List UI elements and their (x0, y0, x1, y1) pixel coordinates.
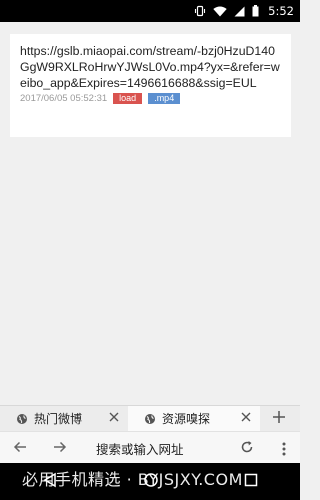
status-bar: 5:52 (0, 0, 300, 22)
close-tab-icon[interactable] (240, 411, 252, 423)
address-bar[interactable]: 搜索或输入网址 (86, 436, 262, 460)
overflow-menu-button[interactable] (282, 441, 286, 460)
plus-icon (272, 409, 286, 428)
tab-strip: 热门微博 资源嗅探 (0, 405, 300, 431)
reload-icon (241, 441, 253, 453)
tab-label: 资源嗅探 (162, 412, 211, 426)
tab-label: 热门微博 (34, 412, 83, 426)
globe-icon (144, 413, 156, 425)
sniffer-page: https://gslb.miaopai.com/stream/-bzj0Hzu… (0, 22, 300, 405)
tab-resource-sniffer[interactable]: 资源嗅探 (128, 406, 260, 431)
wifi-icon (213, 6, 227, 17)
more-vertical-icon (282, 442, 286, 456)
back-button[interactable] (0, 432, 40, 464)
watermark: 必用手机精选 · BYJSJXY.COM (22, 470, 243, 489)
load-badge[interactable]: load (113, 93, 143, 104)
resource-item[interactable]: https://gslb.miaopai.com/stream/-bzj0Hzu… (10, 34, 291, 137)
resource-timestamp: 2017/06/05 05:52:31 (20, 93, 108, 104)
recents-nav-icon[interactable] (244, 472, 258, 491)
new-tab-button[interactable] (260, 406, 300, 431)
arrow-left-icon (13, 438, 27, 457)
tab-hot-weibo[interactable]: 热门微博 (0, 406, 128, 431)
battery-icon (252, 5, 259, 17)
file-type-badge: .mp4 (148, 93, 181, 104)
globe-icon (16, 413, 28, 425)
forward-button[interactable] (40, 432, 80, 464)
clock: 5:52 (268, 4, 294, 18)
address-input[interactable]: 搜索或输入网址 (96, 439, 184, 458)
reload-button[interactable] (240, 440, 254, 454)
signal-icon (234, 6, 245, 17)
vibrate-icon (194, 5, 206, 17)
resource-meta: 2017/06/05 05:52:31 load .mp4 (20, 93, 282, 104)
resource-url[interactable]: https://gslb.miaopai.com/stream/-bzj0Hzu… (20, 43, 282, 91)
arrow-right-icon (53, 438, 67, 457)
browser-toolbar: 搜索或输入网址 (0, 431, 300, 463)
close-tab-icon[interactable] (108, 411, 120, 423)
